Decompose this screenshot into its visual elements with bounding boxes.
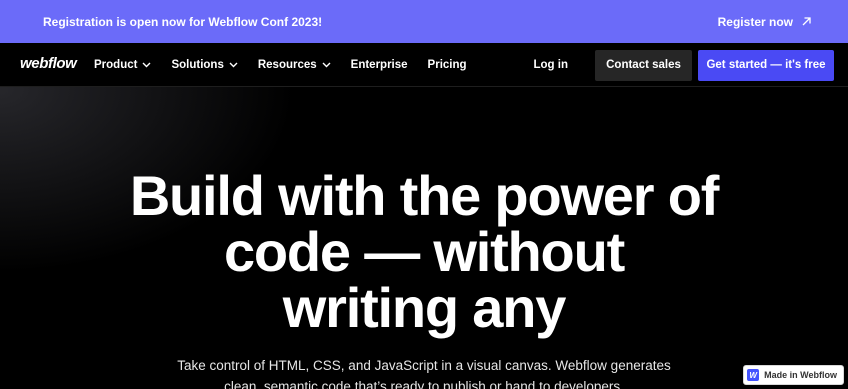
made-in-webflow-badge[interactable]: W Made in Webflow	[743, 365, 844, 385]
register-now-label: Register now	[717, 14, 793, 29]
nav-item-label: Enterprise	[350, 59, 408, 71]
nav-item-label: Pricing	[427, 59, 467, 71]
arrow-up-right-icon	[801, 16, 812, 27]
badge-label: Made in Webflow	[764, 370, 837, 380]
get-started-button[interactable]: Get started — it's free	[698, 49, 834, 81]
nav-item-enterprise[interactable]: Enterprise	[351, 59, 408, 71]
nav-item-resources[interactable]: Resources	[258, 59, 331, 71]
nav-item-solutions[interactable]: Solutions	[171, 59, 238, 71]
register-now-link[interactable]: Register now	[718, 15, 812, 29]
webflow-logo[interactable]: webflow	[20, 55, 77, 72]
nav-item-label: Solutions	[171, 59, 224, 71]
announcement-banner: Registration is open now for Webflow Con…	[0, 0, 848, 43]
contact-sales-button[interactable]: Contact sales	[595, 49, 692, 81]
nav-item-product[interactable]: Product	[94, 59, 151, 71]
hero-title-line: writing any	[282, 276, 567, 339]
nav-actions: Log in Contact sales Get started — it's …	[534, 49, 834, 81]
hero-title-line: Build with the power of	[129, 164, 720, 227]
hero-subtitle-line: Take control of HTML, CSS, and JavaScrip…	[177, 358, 671, 373]
webflow-badge-icon: W	[747, 369, 760, 381]
chevron-down-icon	[229, 62, 238, 68]
hero-title: Build with the power of code — without w…	[0, 168, 848, 336]
chevron-down-icon	[142, 62, 151, 68]
hero-subtitle: Take control of HTML, CSS, and JavaScrip…	[0, 355, 848, 389]
nav-item-label: Product	[94, 59, 138, 71]
page: Registration is open now for Webflow Con…	[0, 0, 848, 389]
nav-item-pricing[interactable]: Pricing	[428, 59, 467, 71]
login-link[interactable]: Log in	[534, 59, 569, 71]
nav-menu: Product Solutions Resources Enterprise P…	[94, 43, 487, 87]
chevron-down-icon	[322, 62, 331, 68]
hero-title-line: code — without	[223, 220, 625, 283]
hero-subtitle-line: clean, semantic code that’s ready to pub…	[224, 379, 624, 389]
main-navigation: webflow Product Solutions Resources Ente…	[0, 43, 848, 87]
banner-text: Registration is open now for Webflow Con…	[43, 14, 323, 29]
nav-item-label: Resources	[257, 59, 317, 71]
